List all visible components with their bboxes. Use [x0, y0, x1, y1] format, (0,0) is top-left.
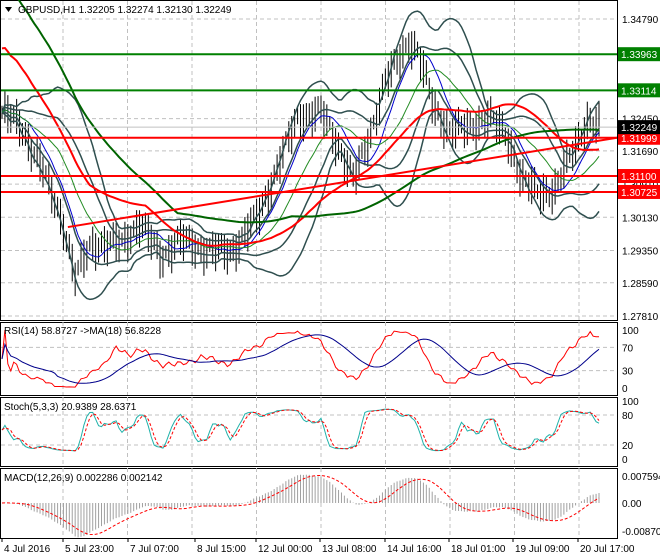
stoch-tick: 0 [622, 455, 628, 466]
level-label: 1.33114 [621, 86, 657, 97]
macd-tick: 0.007594 [622, 472, 660, 483]
rsi-ma-line [1, 334, 600, 384]
macd-label: MACD(12,26,9) 0.002286 0.002142 [4, 473, 163, 484]
chart-canvas[interactable]: 1.347901.324501.316901.309101.301301.293… [0, 0, 660, 560]
bollinger-upper-1 [1, 45, 600, 244]
level-label: 1.33963 [621, 50, 658, 61]
chart-window[interactable]: 1.347901.324501.316901.309101.301301.293… [0, 0, 660, 560]
level-label: 1.31999 [621, 134, 658, 145]
current-price-label: 1.32249 [621, 123, 658, 134]
stoch-label: Stoch(5,3,3) 20.9389 28.6371 [4, 402, 137, 413]
time-label: 20 Jul 17:00 [580, 544, 635, 555]
rsi-tick: 0 [622, 384, 628, 395]
time-label: 8 Jul 15:00 [197, 544, 246, 555]
time-label: 18 Jul 01:00 [451, 544, 506, 555]
price-tick-label: 1.28590 [622, 279, 659, 290]
level-label: 1.30725 [621, 188, 658, 199]
price-tick-label: 1.31690 [622, 147, 659, 158]
macd-tick: 0.00 [622, 499, 642, 510]
stoch-tick: 80 [622, 411, 634, 422]
time-label: 4 Jul 2016 [4, 544, 51, 555]
price-tick-label: 1.30130 [622, 213, 659, 224]
time-label: 12 Jul 00:00 [258, 544, 313, 555]
dropdown-triangle-icon[interactable] [5, 7, 12, 12]
time-label: 19 Jul 09:00 [515, 544, 570, 555]
chart-title: GBPUSD,H1 1.32205 1.32274 1.32130 1.3224… [18, 5, 232, 16]
rsi-tick: 30 [622, 367, 634, 378]
time-label: 5 Jul 23:00 [65, 544, 114, 555]
rsi-label: RSI(14) 58.8727 ->MA(18) 56.8228 [4, 326, 161, 337]
macd-tick: -0.008708 [622, 527, 660, 538]
time-label: 13 Jul 08:00 [322, 544, 377, 555]
rsi-line [1, 329, 600, 388]
price-tick-label: 1.27810 [622, 312, 659, 323]
stoch-tick: 100 [622, 397, 639, 408]
rsi-tick: 70 [622, 343, 634, 354]
time-label: 14 Jul 16:00 [387, 544, 442, 555]
level-label: 1.31100 [621, 172, 657, 183]
stoch-tick: 20 [622, 441, 634, 452]
price-tick-label: 1.29350 [622, 246, 659, 257]
rsi-tick: 100 [622, 326, 639, 337]
price-tick-label: 1.34790 [622, 15, 659, 26]
time-label: 7 Jul 07:00 [130, 544, 179, 555]
